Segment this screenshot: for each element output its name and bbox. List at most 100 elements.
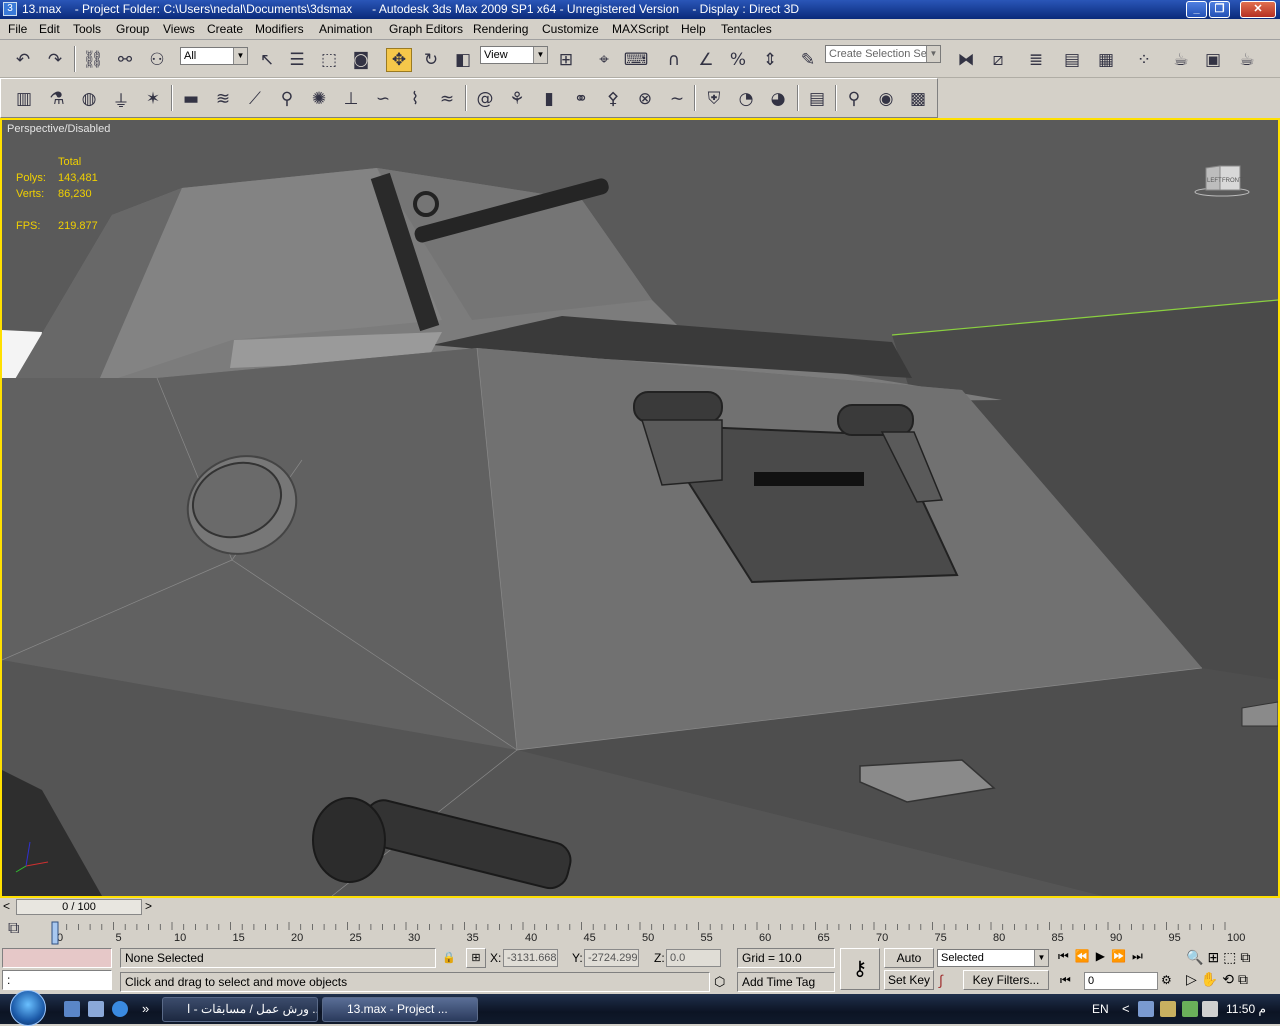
quick-launch-chevron[interactable]: » [142, 994, 149, 1024]
taskbar-3dsmax-window[interactable]: 13.max - Project ... [322, 997, 478, 1022]
previous-frame-icon[interactable]: ⏪ [1075, 949, 1096, 963]
timeline[interactable]: ⧉ 0 5 10 15 20 25 30 35 40 45 50 55 60 65 70 75 80 85 90 95… [0, 916, 1280, 946]
viewport-label[interactable]: Perspective/Disabled [7, 123, 110, 135]
key-mode-toggle-icon[interactable]: ⏮ [1060, 973, 1071, 988]
add-time-tag-field[interactable]: Add Time Tag [737, 972, 835, 992]
clock[interactable]: 11:50 م [1226, 994, 1266, 1024]
reference-coordinate-dropdown[interactable]: View ▼ [480, 46, 548, 64]
tool-e-icon[interactable]: ✶ [140, 87, 166, 111]
timeline-cursor[interactable] [51, 921, 59, 945]
tray-status-icon[interactable] [1182, 1001, 1198, 1017]
tool-z-icon[interactable]: ⚲ [841, 87, 867, 111]
internet-explorer-icon[interactable] [112, 1001, 128, 1017]
time-slider-next[interactable]: > [145, 899, 152, 913]
rectangular-selection-icon[interactable]: ⬚ [316, 48, 342, 72]
close-button[interactable]: ✕ [1240, 1, 1276, 18]
unlink-icon[interactable]: ⚯ [112, 48, 138, 72]
zoom-all-icon[interactable]: ⊞ [1207, 949, 1223, 965]
window-crossing-icon[interactable]: ◙ [348, 48, 374, 72]
time-configuration-icon[interactable]: ⚙ [1161, 973, 1172, 987]
mirror-icon[interactable]: ⧓ [953, 48, 979, 72]
select-and-scale-icon[interactable]: ◧ [450, 48, 476, 72]
menu-rendering[interactable]: Rendering [473, 22, 528, 36]
tool-p-icon[interactable]: ⚘ [504, 87, 530, 111]
tool-s-icon[interactable]: ⚴ [600, 87, 626, 111]
default-in-out-tangent-icon[interactable]: ∫ [939, 972, 957, 990]
angle-snap-icon[interactable]: ∠ [693, 48, 719, 72]
field-of-view-icon[interactable]: ▷ [1186, 971, 1201, 987]
viewcube-left-face[interactable]: LEFT [1207, 178, 1222, 184]
time-tag-icon[interactable]: ⬡ [714, 974, 730, 990]
pan-view-icon[interactable]: ✋ [1201, 971, 1222, 987]
tool-aa-icon[interactable]: ◉ [873, 87, 899, 111]
tool-w-icon[interactable]: ◔ [733, 87, 759, 111]
tool-v-icon[interactable]: ⛨ [701, 87, 727, 111]
tool-ab-icon[interactable]: ▩ [905, 87, 931, 111]
viewcube[interactable]: LEFT FRONT [1194, 160, 1250, 200]
select-and-link-icon[interactable]: ⛓ [80, 48, 106, 72]
tool-k-icon[interactable]: ⊥ [338, 87, 364, 111]
tool-m-icon[interactable]: ⌇ [402, 87, 428, 111]
viewcube-front-face[interactable]: FRONT [1222, 178, 1243, 184]
time-slider[interactable]: 0 / 100 [16, 899, 142, 915]
rendered-frame-window-icon[interactable]: ▣ [1200, 48, 1226, 72]
absolute-mode-transform-icon[interactable]: ⊞ [466, 948, 486, 968]
tool-u-icon[interactable]: ∼ [664, 87, 690, 111]
maxscript-mini-listener[interactable]: : [2, 970, 112, 990]
tool-f-icon[interactable]: ▬ [178, 87, 204, 111]
switch-windows-icon[interactable] [88, 1001, 104, 1017]
tool-j-icon[interactable]: ✺ [306, 87, 332, 111]
z-coordinate-field[interactable]: 0.0 [666, 949, 721, 967]
tray-expand-arrow[interactable]: < [1122, 994, 1130, 1024]
select-and-move-icon[interactable]: ✥ [386, 48, 412, 72]
show-desktop-icon[interactable] [64, 1001, 80, 1017]
perspective-viewport[interactable]: Perspective/Disabled Total Polys: 143,481… [0, 118, 1280, 898]
render-setup-icon[interactable]: ☕ [1168, 48, 1194, 72]
tray-app-icon[interactable] [1160, 1001, 1176, 1017]
maxscript-listener-pink[interactable] [2, 948, 112, 968]
maximize-viewport-icon[interactable]: ⧉ [1238, 971, 1252, 987]
selection-filter-dropdown[interactable]: All ▼ [180, 47, 248, 65]
taskbar-firefox-window[interactable]: ورش عمل / مسابقات - ا ... [162, 997, 318, 1022]
schematic-view-icon[interactable]: ▦ [1093, 48, 1119, 72]
use-pivot-center-icon[interactable]: ⊞ [553, 48, 579, 72]
tool-r-icon[interactable]: ⚭ [568, 87, 594, 111]
zoom-icon[interactable]: 🔍 [1186, 949, 1207, 965]
tool-l-icon[interactable]: ∽ [370, 87, 396, 111]
tool-h-icon[interactable]: ⟋ [242, 87, 268, 111]
arc-rotate-icon[interactable]: ⟲ [1222, 971, 1238, 987]
keyboard-shortcut-override-icon[interactable]: ⌨ [623, 48, 649, 72]
app-icon[interactable]: 3 [3, 2, 17, 16]
set-key-icon[interactable]: ⚷ [840, 948, 880, 990]
redo-icon[interactable]: ↷ [42, 48, 68, 72]
set-key-button[interactable]: Set Key [884, 970, 934, 990]
align-icon[interactable]: ⧄ [985, 48, 1011, 72]
play-icon[interactable]: ▶ [1096, 949, 1111, 963]
named-selection-dropdown[interactable]: Create Selection Set ▼ [825, 45, 941, 63]
tool-q-icon[interactable]: ▮ [536, 87, 562, 111]
menu-maxscript[interactable]: MAXScript [612, 22, 669, 36]
key-filters-button[interactable]: Key Filters... [963, 970, 1049, 990]
tool-t-icon[interactable]: ⊗ [632, 87, 658, 111]
select-and-manipulate-icon[interactable]: ⌖ [591, 48, 617, 72]
tool-a-icon[interactable]: ▥ [11, 87, 37, 111]
language-indicator[interactable]: EN [1092, 994, 1109, 1024]
tool-n-icon[interactable]: ≈ [434, 87, 460, 111]
volume-icon[interactable] [1202, 1001, 1218, 1017]
tool-c-icon[interactable]: ◍ [76, 87, 102, 111]
next-frame-icon[interactable]: ⏩ [1111, 949, 1132, 963]
menu-tools[interactable]: Tools [73, 22, 101, 36]
current-frame-field[interactable]: 0 [1084, 972, 1158, 990]
edit-named-selection-icon[interactable]: ✎ [795, 48, 821, 72]
tool-x-icon[interactable]: ◕ [765, 87, 791, 111]
tool-o-icon[interactable]: @ [472, 87, 498, 111]
select-object-icon[interactable]: ↖ [254, 48, 280, 72]
render-production-icon[interactable]: ☕ [1234, 48, 1260, 72]
select-and-rotate-icon[interactable]: ↻ [418, 48, 444, 72]
percent-snap-icon[interactable]: % [725, 48, 751, 72]
bind-to-space-warp-icon[interactable]: ⚇ [144, 48, 170, 72]
spinner-snap-icon[interactable]: ⇕ [757, 48, 783, 72]
menu-group[interactable]: Group [116, 22, 149, 36]
zoom-extents-all-icon[interactable]: ⧉ [1240, 949, 1254, 965]
material-editor-icon[interactable]: ⁘ [1131, 48, 1157, 72]
